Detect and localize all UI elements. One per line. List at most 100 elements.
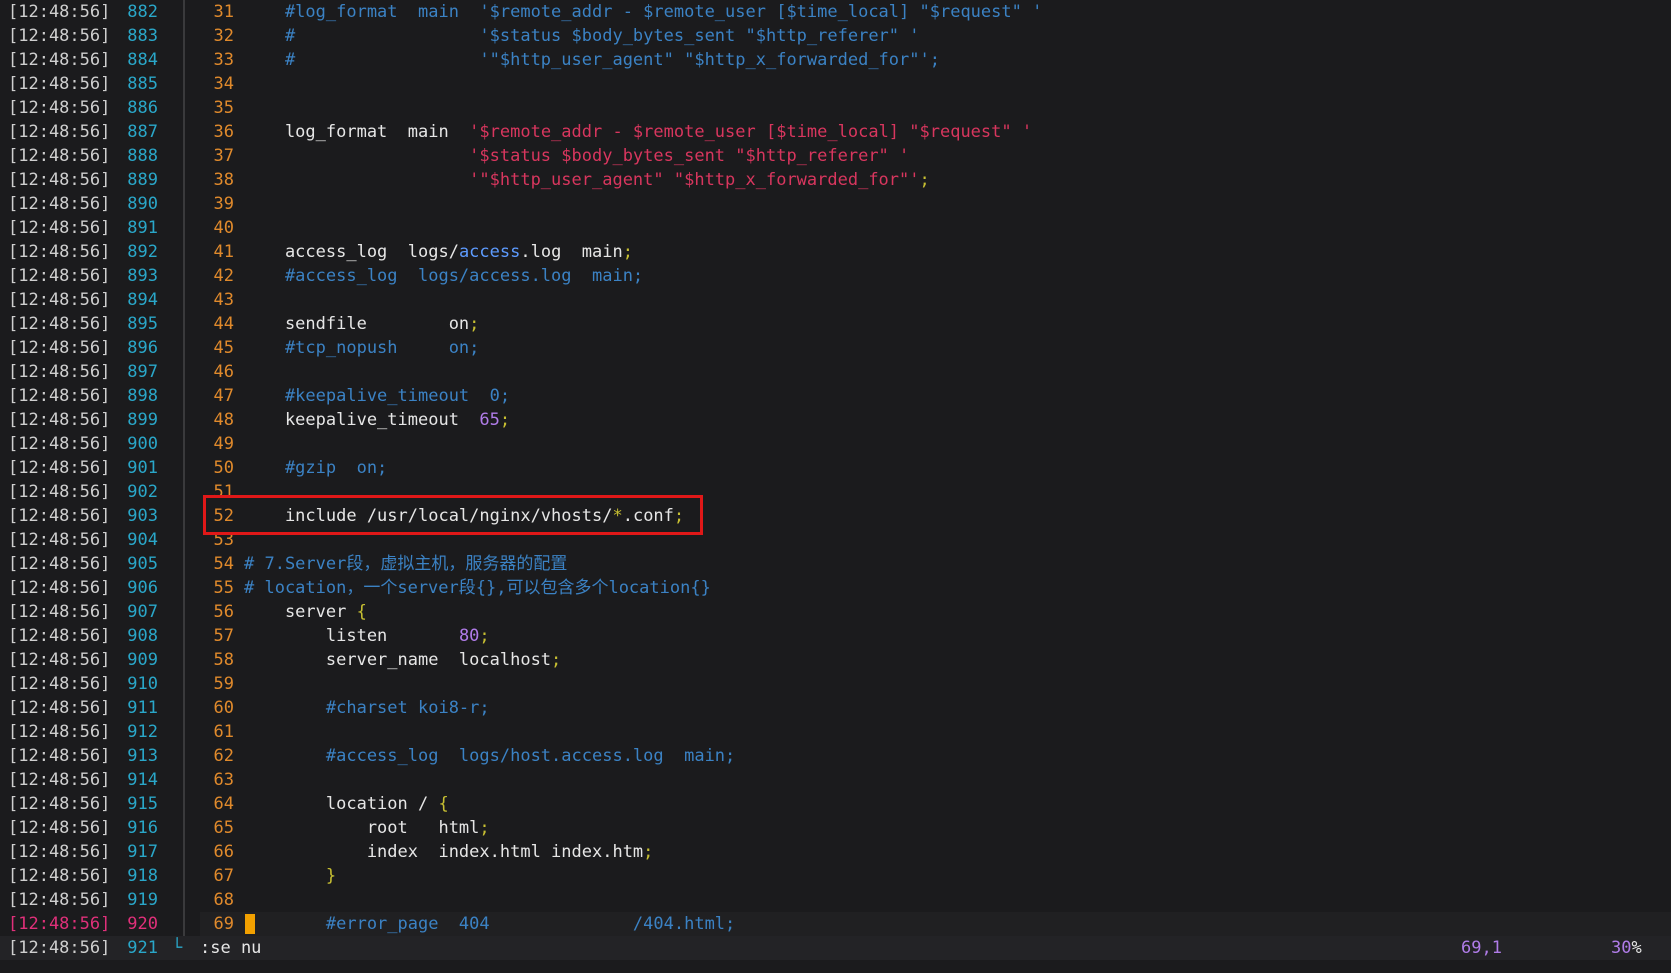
vim-line-number: 39 (213, 194, 234, 214)
terminal-line: [12:48:56] 891 40 (0, 216, 1671, 240)
code-text[interactable]: #access_log logs/access.log main; (244, 264, 643, 288)
code-text[interactable]: # location，一个server段{},可以包含多个location{} (244, 576, 711, 600)
code-text[interactable]: #gzip on; (244, 456, 387, 480)
command-input[interactable]: :se nu (200, 936, 261, 960)
code-text[interactable]: # 7.Server段，虚拟主机，服务器的配置 (244, 552, 567, 576)
gutter-separator (183, 648, 185, 672)
timestamp: [12:48:56] (8, 722, 111, 742)
code-text[interactable]: keepalive_timeout 65; (244, 408, 510, 432)
timestamp: [12:48:56] (8, 314, 111, 334)
terminal-line-number: 902 (127, 482, 158, 502)
terminal-line-number: 917 (127, 842, 158, 862)
terminal-line-number: 913 (127, 746, 158, 766)
terminal-line-number: 891 (127, 218, 158, 238)
terminal-line-number: 895 (127, 314, 158, 334)
vim-line-number: 64 (213, 794, 234, 814)
gutter-separator (183, 600, 185, 624)
gutter-separator (183, 336, 185, 360)
code-text[interactable]: # '"$http_user_agent" "$http_x_forwarded… (244, 48, 940, 72)
terminal-line-number: 912 (127, 722, 158, 742)
vim-line-number: 60 (213, 698, 234, 718)
timestamp: [12:48:56] (8, 434, 111, 454)
terminal-line-number: 906 (127, 578, 158, 598)
vim-line-number: 62 (213, 746, 234, 766)
gutter-separator (183, 24, 185, 48)
timestamp: [12:48:56] (8, 770, 111, 790)
code-text[interactable]: root html; (244, 816, 490, 840)
terminal-line-number: 914 (127, 770, 158, 790)
gutter-separator (183, 840, 185, 864)
code-text[interactable]: #keepalive_timeout 0; (244, 384, 510, 408)
gutter-separator (183, 624, 185, 648)
terminal-line-number: 901 (127, 458, 158, 478)
timestamp: [12:48:56] (8, 2, 111, 22)
code-text[interactable]: index index.html index.htm; (244, 840, 654, 864)
code-text[interactable]: sendfile on; (244, 312, 479, 336)
highlight-box-include-line (203, 495, 703, 535)
vim-line-number: 49 (213, 434, 234, 454)
vim-line-number: 59 (213, 674, 234, 694)
timestamp: [12:48:56] (8, 50, 111, 70)
terminal-window[interactable]: [12:48:56] 882 31 #log_format main '$remot… (0, 0, 1671, 960)
terminal-line: [12:48:56] 884 33 # '"$http_user_agent" "$… (0, 48, 1671, 72)
terminal-line-current: [12:48:56] 920 69 #error_page 404 /404.htm… (0, 912, 1671, 936)
code-text[interactable]: server_name localhost; (244, 648, 561, 672)
terminal-line: [12:48:56] 890 39 (0, 192, 1671, 216)
timestamp: [12:48:56] (8, 266, 111, 286)
code-text[interactable]: #access_log logs/host.access.log main; (244, 744, 735, 768)
code-text[interactable]: #error_page 404 /404.html; (244, 912, 735, 936)
terminal-line-number: 894 (127, 290, 158, 310)
timestamp: [12:48:56] (8, 938, 111, 958)
gutter-separator (183, 216, 185, 240)
code-text[interactable]: '"$http_user_agent" "$http_x_forwarded_f… (244, 168, 930, 192)
timestamp: [12:48:56] (8, 482, 111, 502)
terminal-line-number: 887 (127, 122, 158, 142)
timestamp: [12:48:56] (8, 386, 111, 406)
terminal-line: [12:48:56] 910 59 (0, 672, 1671, 696)
gutter-separator (183, 504, 185, 528)
code-text[interactable]: listen 80; (244, 624, 490, 648)
gutter-separator (183, 240, 185, 264)
vim-line-number: 32 (213, 26, 234, 46)
terminal-line: [12:48:56] 887 36 log_format main '$remote… (0, 120, 1671, 144)
code-text[interactable]: } (244, 864, 336, 888)
terminal-line-number: 920 (127, 914, 158, 934)
code-text[interactable]: '$status $body_bytes_sent "$http_referer… (244, 144, 909, 168)
timestamp: [12:48:56] (8, 554, 111, 574)
gutter-separator (183, 384, 185, 408)
scroll-percentage-value: 30 (1611, 938, 1632, 958)
code-text[interactable]: # '$status $body_bytes_sent "$http_refer… (244, 24, 920, 48)
gutter-separator (183, 792, 185, 816)
terminal-line-number: 910 (127, 674, 158, 694)
vim-line-number: 63 (213, 770, 234, 790)
timestamp: [12:48:56] (8, 674, 111, 694)
terminal-line-number: 907 (127, 602, 158, 622)
timestamp: [12:48:56] (8, 410, 111, 430)
gutter-separator (183, 768, 185, 792)
code-text[interactable]: #charset koi8-r; (244, 696, 490, 720)
code-text[interactable]: log_format main '$remote_addr - $remote_… (244, 120, 1032, 144)
terminal-line: [12:48:56] 905 54 # 7.Server段，虚拟主机，服务器的配置 (0, 552, 1671, 576)
gutter-separator (183, 144, 185, 168)
timestamp: [12:48:56] (8, 242, 111, 262)
timestamp: [12:48:56] (8, 362, 111, 382)
terminal-line-number: 885 (127, 74, 158, 94)
cursor-position: 69,1 (1461, 938, 1502, 958)
gutter-separator (183, 48, 185, 72)
gutter-separator (183, 168, 185, 192)
timestamp: [12:48:56] (8, 218, 111, 238)
code-text[interactable]: #log_format main '$remote_addr - $remote… (244, 0, 1042, 24)
terminal-line: [12:48:56] 882 31 #log_format main '$remot… (0, 0, 1671, 24)
code-text[interactable]: access_log logs/access.log main; (244, 240, 633, 264)
terminal-line-number: 904 (127, 530, 158, 550)
terminal-line: [12:48:56] 917 66 index index.html index.h… (0, 840, 1671, 864)
vim-line-number: 47 (213, 386, 234, 406)
code-text[interactable]: server { (244, 600, 367, 624)
code-text[interactable]: #tcp_nopush on; (244, 336, 479, 360)
terminal-line: [12:48:56] 895 44 sendfile on; (0, 312, 1671, 336)
gutter-separator (183, 528, 185, 552)
gutter-separator (183, 312, 185, 336)
code-text[interactable]: location / { (244, 792, 449, 816)
terminal-line-number: 900 (127, 434, 158, 454)
vim-command-line[interactable]: [12:48:56] 921 └:se nu 69,1 30% (0, 936, 1671, 960)
